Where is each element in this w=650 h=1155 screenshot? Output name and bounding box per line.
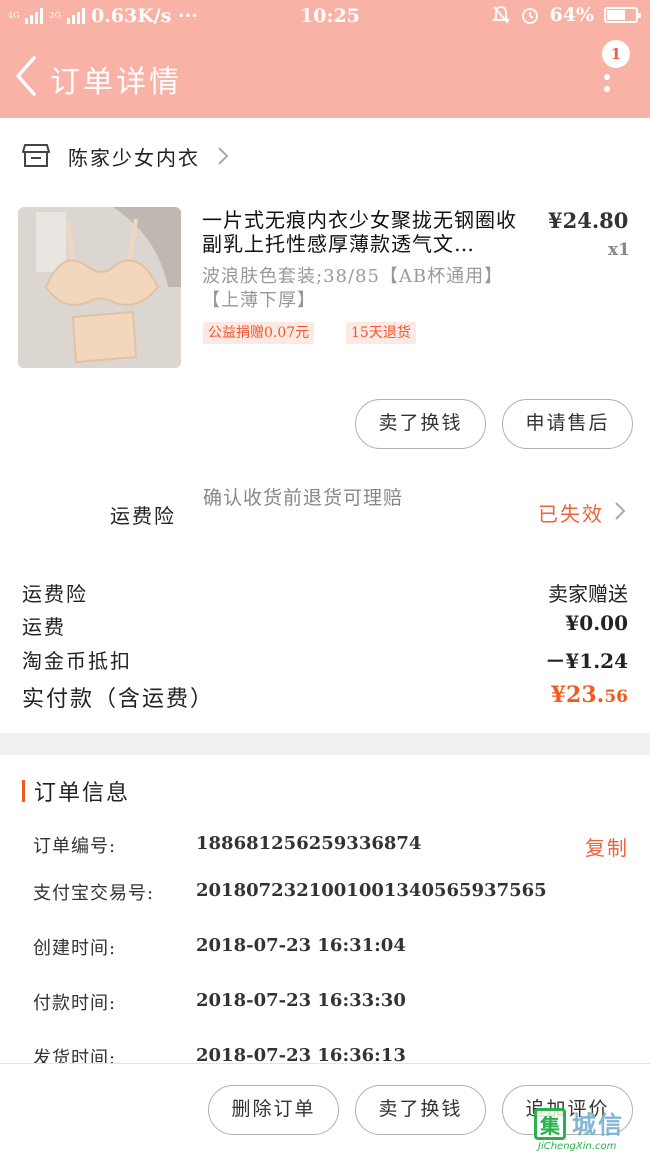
charity-tag: 公益捐赠0.07元 (203, 322, 315, 344)
payment-time-label: 付款时间: (33, 993, 117, 1014)
sell-for-cash-button[interactable]: 卖了换钱 (355, 1085, 486, 1135)
copy-order-number-button[interactable]: 复制 (585, 832, 629, 861)
signal-icon-2 (66, 8, 85, 24)
created-time-label: 创建时间: (33, 938, 117, 959)
header-bar: 4G 2G 0.63K/s ··· 10:25 64% 订单详情 1 (0, 0, 650, 118)
watermark-logo-icon: 集 (534, 1108, 566, 1140)
alipay-trade-number-value: 2018072321001001340565937565 (196, 880, 547, 901)
paid-currency: ¥ (550, 682, 567, 708)
delete-order-button[interactable]: 删除订单 (208, 1085, 339, 1135)
order-info-title: 订单信息 (34, 781, 131, 806)
paid-decimal: 56 (604, 687, 628, 707)
shop-row[interactable]: 陈家少女内衣 (0, 132, 650, 180)
chevron-right-icon (218, 147, 229, 165)
summary-value: －¥1.24 (545, 649, 628, 673)
network-type: 4G (8, 11, 20, 20)
watermark-url: JiChengXin.com (538, 1141, 617, 1152)
battery-fill (607, 10, 625, 20)
page-title: 订单详情 (50, 65, 182, 100)
order-number-label: 订单编号: (33, 836, 117, 857)
product-image[interactable] (18, 207, 181, 368)
network-speed: 0.63K/s ··· (90, 5, 198, 27)
more-dot-icon (604, 74, 610, 80)
request-after-sales-button[interactable]: 申请售后 (502, 399, 633, 449)
order-number-value: 188681256259336874 (196, 833, 422, 854)
product-price: ¥24.80 (548, 208, 629, 233)
chevron-right-icon[interactable] (612, 500, 628, 522)
order-detail-page: 4G 2G 0.63K/s ··· 10:25 64% 订单详情 1 陈家少女内… (0, 0, 650, 1155)
battery-percent: 64% (549, 4, 595, 26)
section-divider (0, 733, 650, 755)
freight-insurance-description: 确认收货前退货可理赔 (203, 487, 404, 509)
paid-integer: 23. (566, 682, 605, 708)
battery-icon (604, 7, 641, 23)
more-dot-icon (604, 86, 610, 92)
more-menu-button[interactable]: 1 (596, 38, 636, 98)
site-watermark: 集 城信 JiChengXin.com (530, 1105, 648, 1153)
shop-name[interactable]: 陈家少女内衣 (68, 142, 200, 171)
alipay-trade-number-label: 支付宝交易号: (33, 883, 155, 904)
section-accent-bar (22, 780, 25, 802)
product-quantity: x1 (608, 240, 630, 260)
network-type-2: 2G (49, 11, 61, 20)
summary-label: 运费险 (22, 582, 88, 606)
freight-insurance-status[interactable]: 已失效 (538, 498, 604, 527)
summary-label: 运费 (22, 615, 66, 639)
product-title[interactable]: 一片式无痕内衣少女聚拢无钢圈收副乳上托性感厚薄款透气文… (202, 208, 532, 256)
paid-total-label: 实付款（含运费） (22, 687, 215, 712)
status-bar: 4G 2G 0.63K/s ··· 10:25 64% (0, 0, 650, 32)
bra-product-illustration (18, 207, 181, 368)
summary-value: ¥0.00 (565, 611, 628, 635)
back-arrow-icon[interactable] (10, 54, 44, 98)
sell-for-cash-button[interactable]: 卖了换钱 (355, 399, 486, 449)
shop-icon (22, 144, 50, 167)
paid-total-value: ¥23.56 (551, 682, 628, 708)
summary-label: 淘金币抵扣 (22, 649, 132, 673)
freight-insurance-label: 运费险 (110, 504, 176, 528)
created-time-value: 2018-07-23 16:31:04 (196, 935, 406, 956)
status-time: 10:25 (300, 5, 360, 27)
summary-value: 卖家赠送 (548, 582, 628, 606)
signal-icon (25, 8, 44, 24)
alarm-icon (521, 8, 538, 24)
status-right: 64% (491, 4, 641, 26)
return-policy-tag: 15天退货 (346, 322, 416, 344)
mute-bell-icon (491, 6, 510, 24)
message-badge: 1 (602, 40, 630, 68)
status-left: 4G 2G 0.63K/s ··· (8, 5, 198, 27)
product-sku: 波浪肤色套装;38/85【AB杯通用】【上薄下厚】 (202, 266, 495, 311)
watermark-text: 城信 (572, 1111, 624, 1139)
payment-time-value: 2018-07-23 16:33:30 (196, 990, 406, 1011)
